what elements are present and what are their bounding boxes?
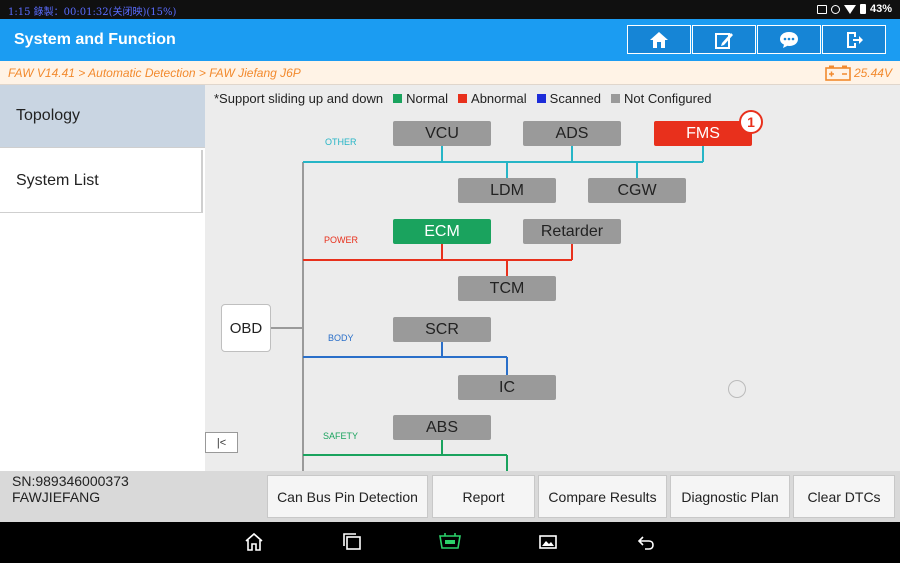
breadcrumb: FAW V14.41 > Automatic Detection > FAW J… [0,61,900,85]
back-icon [637,536,654,550]
node-abs[interactable]: ABS [393,415,491,440]
node-ldm[interactable]: LDM [458,178,556,203]
page-title: System and Function [14,31,176,48]
node-fms[interactable]: FMS [654,121,752,146]
battery-voltage-icon [825,65,851,81]
sidebar-item-label: Topology [16,107,81,124]
recording-indicator: 1:15 錄製：00:01:32(关闭映)(15%) [8,7,177,18]
system-nav-bar [0,522,900,563]
edit-icon [715,32,733,49]
title-bar: System and Function [0,19,900,61]
vehicle-brand: FAWJIEFANG [12,489,101,505]
collapse-sidebar-button[interactable]: |< [205,432,238,453]
fms-dtc-badge: 1 [739,110,763,134]
group-label-body: BODY [328,333,354,343]
exit-icon [847,31,863,48]
action-bar: SN:989346000373 FAWJIEFANG Can Bus Pin D… [0,471,900,522]
recents-icon [343,533,361,550]
node-scr[interactable]: SCR [393,317,491,342]
nav-home-button[interactable] [242,531,266,553]
exit-button[interactable] [822,25,886,54]
status-icons: 43% [816,3,892,15]
serial-number: SN:989346000373 [12,473,129,489]
can-bus-pin-detection-button[interactable]: Can Bus Pin Detection [267,475,428,518]
home-icon [650,31,668,48]
dnd-icon [830,4,840,14]
voltage-value: 25.44V [853,66,892,80]
chat-icon [780,31,798,48]
node-cgw[interactable]: CGW [588,178,686,203]
node-obd[interactable]: OBD [221,304,271,352]
battery-icon [859,4,866,14]
node-ads[interactable]: ADS [523,121,621,146]
report-button[interactable]: Report [432,475,535,518]
group-label-power: POWER [324,235,359,245]
edit-button[interactable] [692,25,756,54]
nav-recents-button[interactable] [340,531,364,553]
node-ecm[interactable]: ECM [393,219,491,244]
sidebar-item-label: System List [16,172,99,189]
node-retarder[interactable]: Retarder [523,219,621,244]
clear-dtcs-button[interactable]: Clear DTCs [793,475,895,518]
touch-indicator [728,380,746,398]
group-label-other: OTHER [325,137,357,147]
device-info: SN:989346000373 FAWJIEFANG [12,473,129,505]
compare-results-button[interactable]: Compare Results [538,475,667,518]
sidebar-item-system-list[interactable]: System List [0,150,203,213]
voltage-indicator: 25.44V [825,65,892,81]
node-ic[interactable]: IC [458,375,556,400]
topology-canvas[interactable]: *Support sliding up and down Normal Abno… [205,85,900,471]
nav-back-button[interactable] [634,531,658,553]
collapse-left-icon: |< [216,436,227,449]
home-outline-icon [245,532,263,551]
sidebar: Topology System List [0,85,205,471]
battery-level: 43% [869,3,892,15]
vci-connector-icon [439,533,461,549]
node-tcm[interactable]: TCM [458,276,556,301]
wifi-icon [843,4,856,14]
nav-screenshot-button[interactable] [536,531,560,553]
cast-icon [816,4,827,14]
diagnostic-plan-button[interactable]: Diagnostic Plan [670,475,790,518]
feedback-button[interactable] [757,25,821,54]
breadcrumb-path: FAW V14.41 > Automatic Detection > FAW J… [8,66,301,80]
image-icon [539,535,557,549]
group-label-safety: SAFETY [323,431,359,441]
home-button[interactable] [627,25,691,54]
nav-vci-button[interactable] [436,531,464,553]
sidebar-item-topology[interactable]: Topology [0,85,205,148]
status-bar: 1:15 錄製：00:01:32(关闭映)(15%) 43% [0,0,900,19]
node-vcu[interactable]: VCU [393,121,491,146]
